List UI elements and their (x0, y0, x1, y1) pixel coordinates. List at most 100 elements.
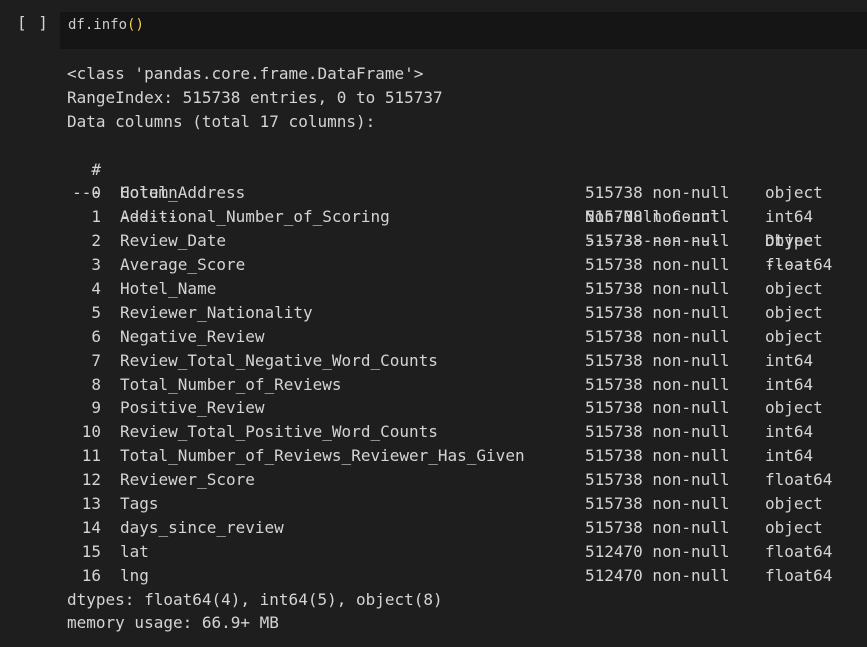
row-column: Total_Number_of_Reviews_Reviewer_Has_Giv… (120, 446, 525, 466)
row-num: 10 (81, 422, 101, 442)
row-count: 515738 non-null (585, 422, 730, 442)
row-column: Additional_Number_of_Scoring (120, 207, 390, 227)
output-range-index: RangeIndex: 515738 entries, 0 to 515737 (67, 87, 443, 107)
row-column: Review_Total_Negative_Word_Counts (120, 350, 438, 370)
row-dtype: object (765, 279, 823, 299)
row-num: 4 (91, 279, 101, 299)
row-count: 515738 non-null (585, 183, 730, 203)
row-column: Review_Date (120, 231, 226, 251)
code-parens: () (127, 17, 144, 33)
row-dtype: float64 (765, 565, 833, 585)
table-separator: --- ------ -------------- ----- (67, 158, 857, 274)
row-column: Negative_Review (120, 326, 265, 346)
table-header: # Column Non-Null Count Dtype (67, 134, 857, 251)
row-column: Tags (120, 494, 159, 514)
table-row: 12 Reviewer_Score 515738 non-null float64 (67, 468, 857, 492)
table-row: 11 Total_Number_of_Reviews_Reviewer_Has_G… (67, 444, 857, 468)
table-row: 8 Total_Number_of_Reviews 515738 non-null i… (67, 373, 857, 397)
row-num: 1 (91, 207, 101, 227)
table-row: 3 Average_Score 515738 non-null float64 (67, 253, 857, 277)
row-column: Review_Total_Positive_Word_Counts (120, 422, 438, 442)
row-dtype: int64 (765, 350, 814, 370)
row-count: 515738 non-null (585, 255, 730, 275)
row-num: 9 (91, 398, 101, 418)
row-count: 515738 non-null (585, 494, 730, 514)
row-column: Hotel_Name (120, 279, 217, 299)
row-column: lat (120, 541, 149, 561)
row-count: 515738 non-null (585, 446, 730, 466)
row-count: 512470 non-null (585, 541, 730, 561)
row-num: 2 (91, 231, 101, 251)
table-body: 0 Hotel_Address 515738 non-null object 1 Addi… (67, 181, 857, 587)
table-row: 6 Negative_Review 515738 non-null object (67, 325, 857, 349)
cell-output: <class 'pandas.core.frame.DataFrame'> Ra… (67, 62, 857, 635)
row-count: 515738 non-null (585, 374, 730, 394)
table-row: 9 Positive_Review 515738 non-null object (67, 396, 857, 420)
notebook-cell: [ ] df.info() <class 'pandas.core.frame.… (0, 0, 867, 647)
row-count: 515738 non-null (585, 398, 730, 418)
row-column: Total_Number_of_Reviews (120, 374, 342, 394)
row-dtype: float64 (765, 541, 833, 561)
row-column: lng (120, 565, 149, 585)
output-memory-line: memory usage: 66.9+ MB (67, 613, 279, 633)
row-dtype: float64 (765, 255, 833, 275)
row-dtype: object (765, 517, 823, 537)
table-row: 14 days_since_review 515738 non-null object (67, 516, 857, 540)
table-row: 15 lat 512470 non-null float64 (67, 540, 857, 564)
table-row: 13 Tags 515738 non-null object (67, 492, 857, 516)
row-num: 3 (91, 255, 101, 275)
row-dtype: object (765, 398, 823, 418)
row-dtype: object (765, 302, 823, 322)
table-row: 0 Hotel_Address 515738 non-null object (67, 181, 857, 205)
row-num: 8 (91, 374, 101, 394)
table-row: 1 Additional_Number_of_Scoring 515738 non-… (67, 205, 857, 229)
row-column: Reviewer_Score (120, 470, 255, 490)
row-dtype: int64 (765, 207, 814, 227)
row-dtype: object (765, 231, 823, 251)
row-num: 13 (81, 494, 101, 514)
row-count: 515738 non-null (585, 231, 730, 251)
row-num: 5 (91, 302, 101, 322)
code-method: info (93, 17, 128, 33)
output-class-line: <class 'pandas.core.frame.DataFrame'> (67, 64, 424, 83)
row-count: 515738 non-null (585, 350, 730, 370)
table-row: 16 lng 512470 non-null float64 (67, 564, 857, 588)
row-dtype: object (765, 494, 823, 514)
code-object: df (68, 17, 85, 33)
row-dtype: int64 (765, 422, 814, 442)
row-column: Hotel_Address (120, 183, 246, 203)
row-column: Reviewer_Nationality (120, 302, 313, 322)
row-count: 515738 non-null (585, 326, 730, 346)
row-num: 7 (91, 350, 101, 370)
row-num: 15 (81, 541, 101, 561)
code-editor[interactable]: df.info() (60, 12, 867, 49)
row-num: 16 (81, 565, 101, 585)
row-count: 512470 non-null (585, 565, 730, 585)
row-num: 12 (81, 470, 101, 490)
row-column: Average_Score (120, 255, 246, 275)
output-dtypes-line: dtypes: float64(4), int64(5), object(8) (67, 589, 443, 609)
table-row: 5 Reviewer_Nationality 515738 non-null obje… (67, 301, 857, 325)
row-dtype: int64 (765, 374, 814, 394)
row-dtype: object (765, 183, 823, 203)
row-count: 515738 non-null (585, 279, 730, 299)
row-count: 515738 non-null (585, 470, 730, 490)
output-data-columns: Data columns (total 17 columns): (67, 111, 376, 131)
row-count: 515738 non-null (585, 517, 730, 537)
row-dtype: int64 (765, 446, 814, 466)
row-num: 0 (91, 183, 101, 203)
row-column: days_since_review (120, 517, 284, 537)
row-column: Positive_Review (120, 398, 265, 418)
code-line: df.info() (68, 15, 867, 35)
row-count: 515738 non-null (585, 207, 730, 227)
row-dtype: float64 (765, 470, 833, 490)
table-row: 7 Review_Total_Negative_Word_Counts 515738… (67, 349, 857, 373)
table-row: 2 Review_Date 515738 non-null object (67, 229, 857, 253)
row-dtype: object (765, 326, 823, 346)
table-row: 10 Review_Total_Positive_Word_Counts 51573… (67, 420, 857, 444)
row-count: 515738 non-null (585, 302, 730, 322)
table-row: 4 Hotel_Name 515738 non-null object (67, 277, 857, 301)
row-num: 14 (81, 517, 101, 537)
run-cell-button[interactable]: [ ] (17, 13, 49, 32)
cell-gutter: [ ] (0, 0, 60, 52)
